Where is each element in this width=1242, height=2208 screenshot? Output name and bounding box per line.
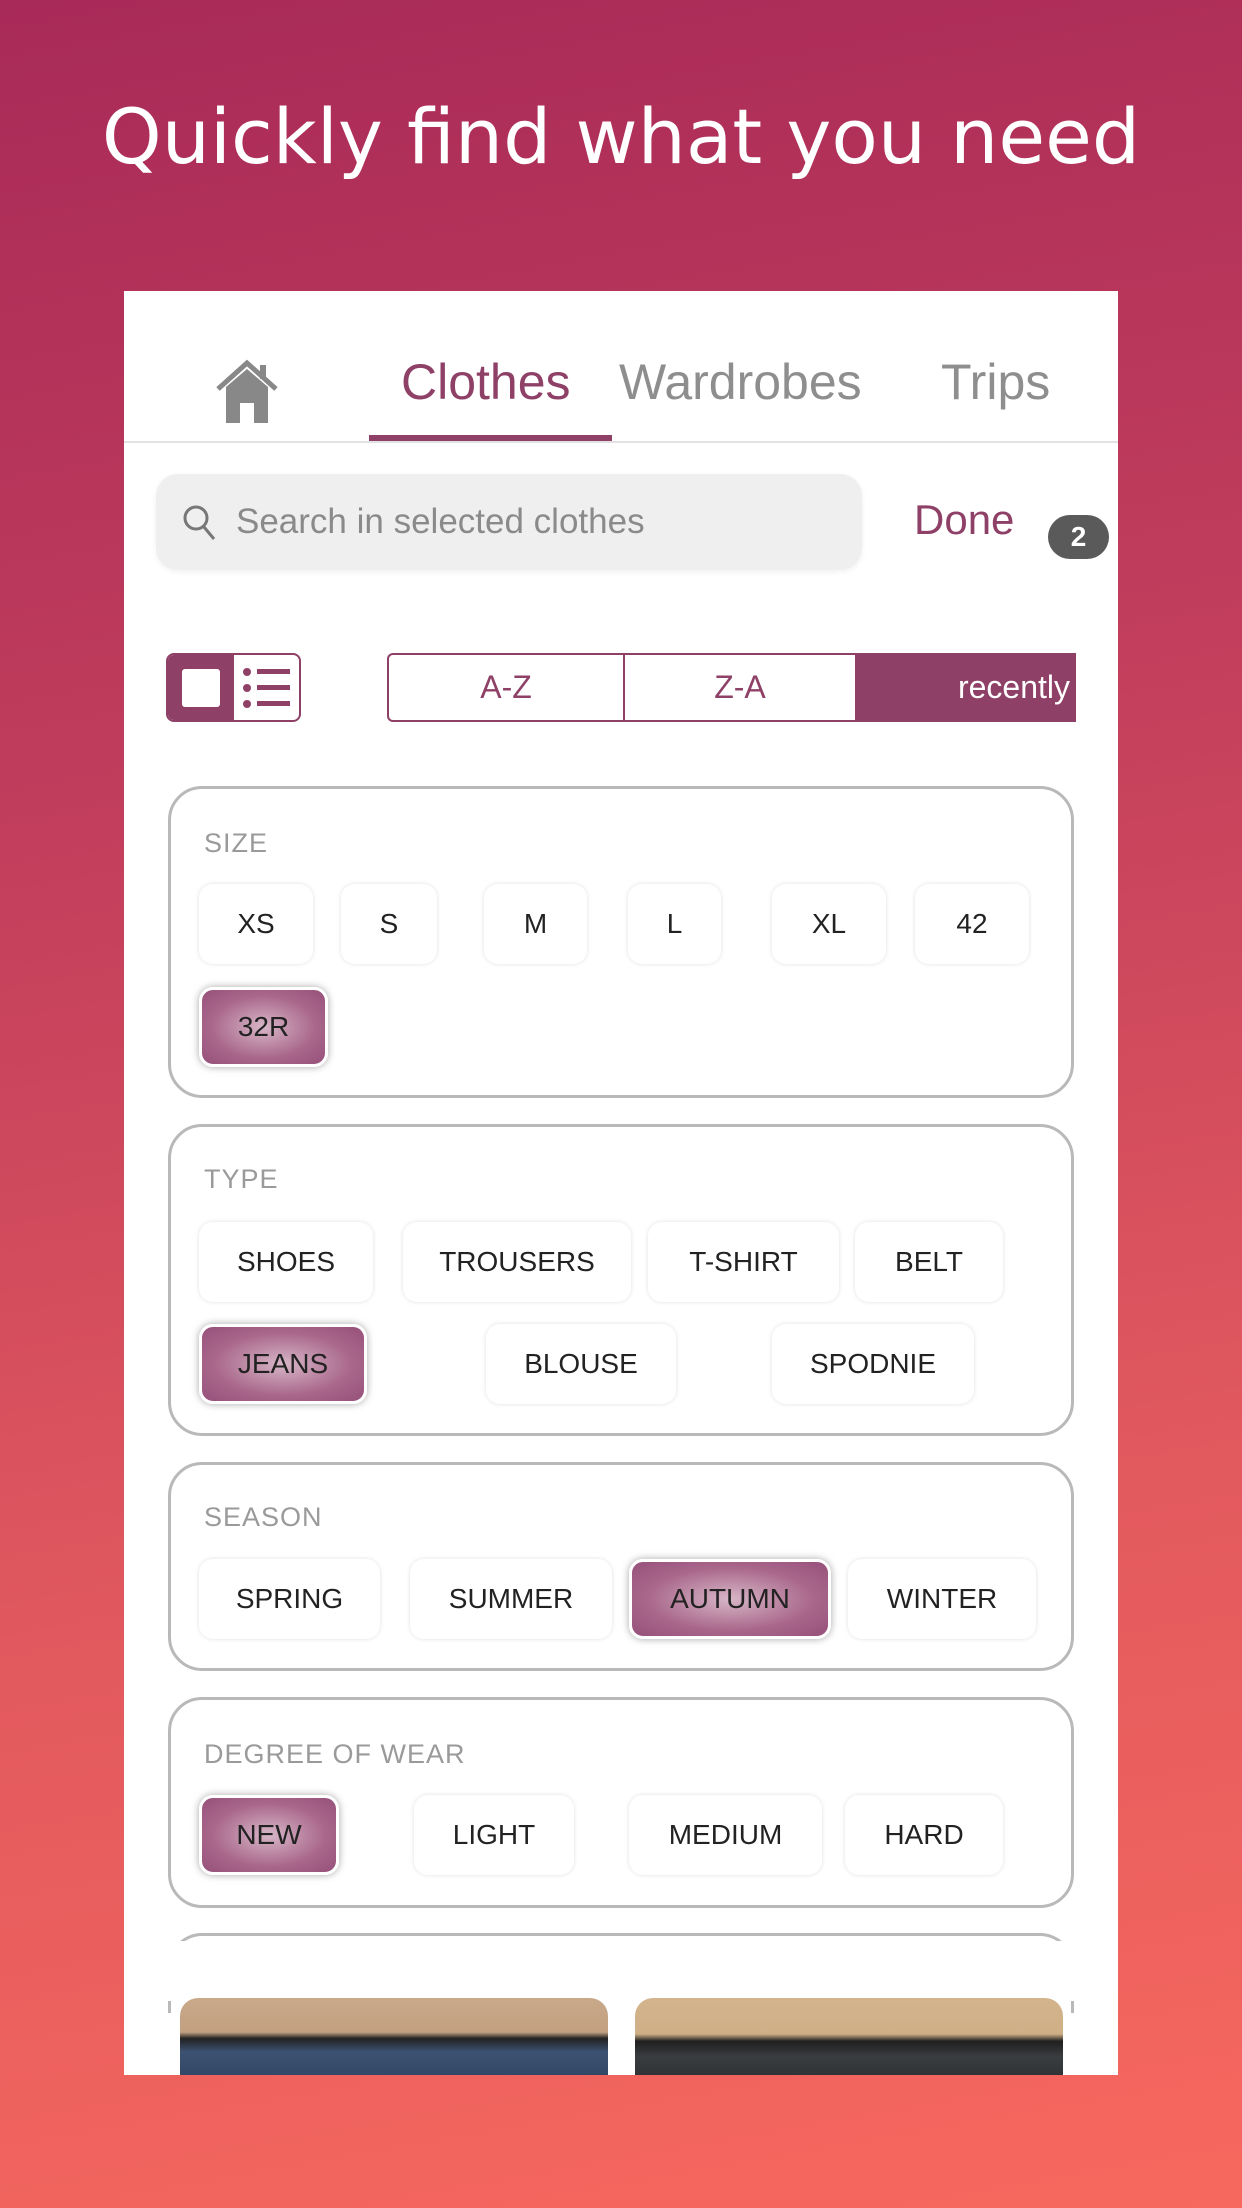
chip-type-belt[interactable]: BELT	[855, 1222, 1003, 1302]
tab-wardrobes[interactable]: Wardrobes	[619, 353, 862, 411]
grid-view-button[interactable]	[168, 655, 234, 720]
chip-wear-hard[interactable]: HARD	[845, 1795, 1003, 1875]
headline: Quickly find what you need	[101, 92, 1141, 181]
sort-z-a[interactable]: Z-A	[623, 655, 855, 720]
card-mask	[124, 1941, 1118, 2001]
type-label: TYPE	[204, 1164, 279, 1194]
sort-recently[interactable]: recently	[855, 655, 1074, 720]
tab-clothes[interactable]: Clothes	[401, 353, 571, 411]
sort-segmented-control[interactable]: A-Z Z-A recently	[387, 653, 1076, 722]
chip-type-t-shirt[interactable]: T-SHIRT	[648, 1222, 839, 1302]
chip-size-xl[interactable]: XL	[772, 884, 886, 964]
wear-label: DEGREE OF WEAR	[204, 1739, 466, 1769]
chip-size-32r[interactable]: 32R	[199, 987, 328, 1067]
tab-trips[interactable]: Trips	[941, 353, 1050, 411]
search-icon	[183, 505, 216, 540]
chip-type-jeans[interactable]: JEANS	[199, 1324, 367, 1404]
sort-a-z[interactable]: A-Z	[389, 655, 623, 720]
chip-season-autumn[interactable]: AUTUMN	[629, 1559, 831, 1639]
chip-size-s[interactable]: S	[341, 884, 437, 964]
chip-season-winter[interactable]: WINTER	[848, 1559, 1036, 1639]
count-badge: 2	[1048, 515, 1109, 559]
chip-type-shoes[interactable]: SHOES	[199, 1222, 373, 1302]
clothing-photo-jeans-dark[interactable]	[635, 1998, 1063, 2075]
divider	[124, 441, 1118, 443]
season-label: SEASON	[204, 1502, 323, 1532]
chip-wear-new[interactable]: NEW	[199, 1795, 339, 1875]
chip-size-xs[interactable]: XS	[199, 884, 313, 964]
chip-season-summer[interactable]: SUMMER	[410, 1559, 612, 1639]
chip-size-42[interactable]: 42	[915, 884, 1029, 964]
home-icon[interactable]	[214, 359, 280, 425]
list-icon	[242, 667, 290, 708]
chip-type-spodnie[interactable]: SPODNIE	[772, 1324, 974, 1404]
app-screen: Clothes Wardrobes Trips Search in select…	[124, 291, 1118, 2075]
chip-wear-light[interactable]: LIGHT	[414, 1795, 574, 1875]
clothing-photo-jeans-blue[interactable]	[180, 1998, 608, 2075]
chip-type-blouse[interactable]: BLOUSE	[486, 1324, 676, 1404]
chip-wear-medium[interactable]: MEDIUM	[629, 1795, 822, 1875]
search-placeholder: Search in selected clothes	[236, 502, 645, 541]
chip-size-m[interactable]: M	[484, 884, 587, 964]
chip-type-trousers[interactable]: TROUSERS	[403, 1222, 631, 1302]
grid-icon	[182, 668, 220, 707]
list-view-button[interactable]	[234, 655, 299, 720]
view-toggle[interactable]	[166, 653, 301, 722]
chip-size-l[interactable]: L	[628, 884, 721, 964]
done-button[interactable]: Done	[914, 496, 1014, 544]
search-input[interactable]: Search in selected clothes	[156, 474, 862, 570]
chip-season-spring[interactable]: SPRING	[199, 1559, 380, 1639]
size-label: SIZE	[204, 828, 269, 858]
